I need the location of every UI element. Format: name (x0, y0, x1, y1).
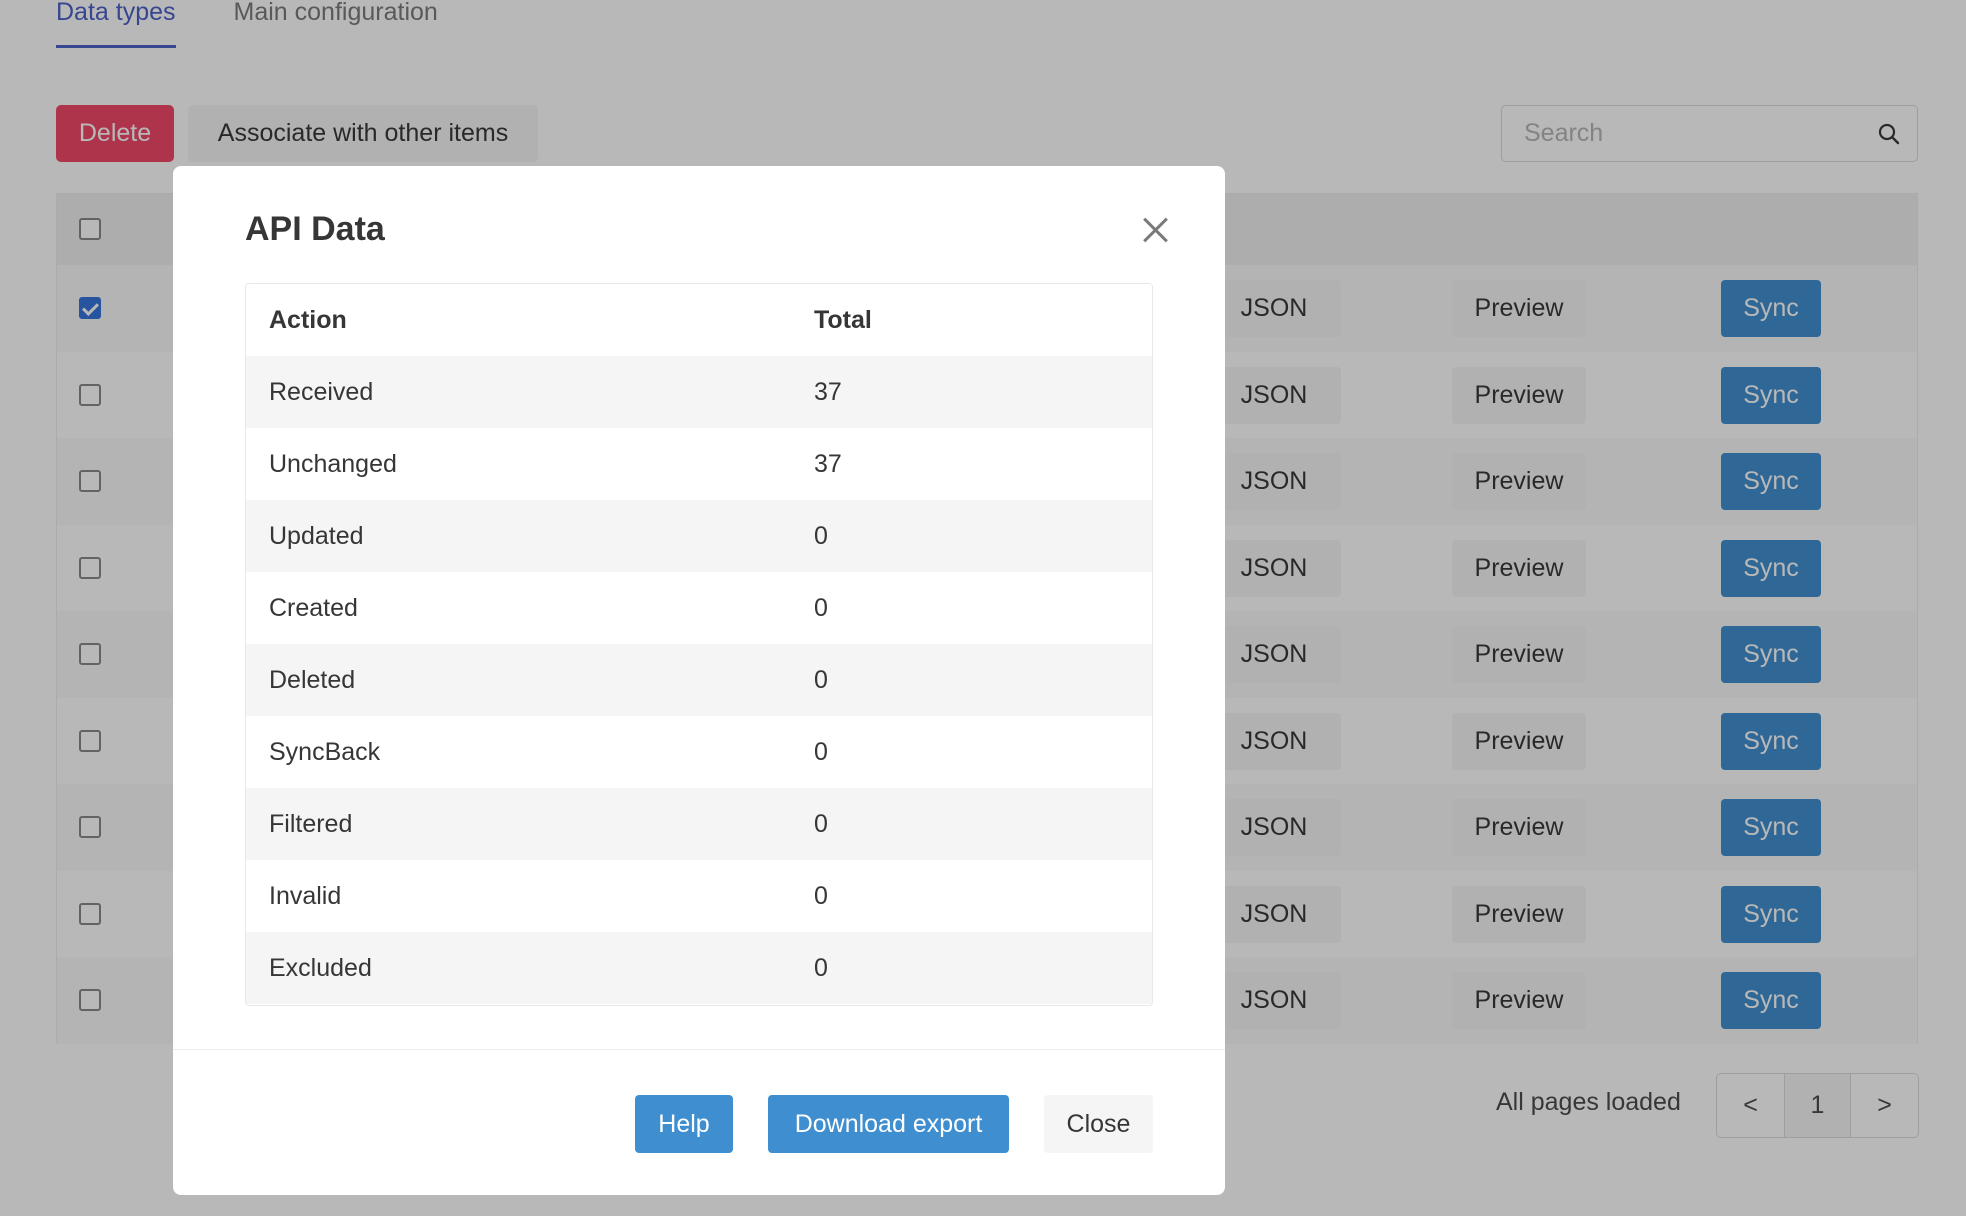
action-cell: Created (269, 593, 358, 622)
api-data-row: Excluded 0 (246, 932, 1152, 1004)
action-cell: Unchanged (269, 449, 397, 478)
api-data-row: Updated 0 (246, 500, 1152, 572)
total-cell: 0 (814, 521, 828, 550)
api-data-row: SyncBack 0 (246, 716, 1152, 788)
total-cell: 0 (814, 593, 828, 622)
api-data-row: Deleted 0 (246, 644, 1152, 716)
modal-footer: Help Download export Close (173, 1049, 1225, 1195)
action-cell: Received (269, 377, 374, 406)
total-cell: 37 (814, 449, 842, 478)
action-cell: Filtered (269, 809, 353, 838)
total-cell: 0 (814, 665, 828, 694)
api-data-modal: API Data Action Total Received 37 Unchange… (173, 166, 1225, 1195)
api-data-table: Action Total Received 37 Unchanged 37 Update… (245, 283, 1153, 1006)
download-export-button[interactable]: Download export (768, 1095, 1009, 1153)
help-button[interactable]: Help (635, 1095, 733, 1153)
api-data-row: Unchanged 37 (246, 428, 1152, 500)
column-header-action: Action (269, 305, 347, 334)
api-data-table-body: Received 37 Unchanged 37 Updated 0 Created 0 Del… (246, 356, 1152, 1004)
total-cell: 0 (814, 953, 828, 982)
action-cell: Invalid (269, 881, 342, 910)
action-cell: SyncBack (269, 737, 381, 766)
page: Data types Main configuration Delete Ass… (0, 0, 1966, 1216)
total-cell: 37 (814, 377, 842, 406)
close-icon[interactable] (1142, 216, 1170, 244)
api-data-row: Filtered 0 (246, 788, 1152, 860)
action-cell: Updated (269, 521, 364, 550)
modal-title: API Data (245, 210, 385, 248)
api-data-row: Received 37 (246, 356, 1152, 428)
close-button[interactable]: Close (1044, 1095, 1153, 1153)
action-cell: Deleted (269, 665, 356, 694)
action-cell: Excluded (269, 953, 372, 982)
total-cell: 0 (814, 881, 828, 910)
api-data-row: Invalid 0 (246, 860, 1152, 932)
total-cell: 0 (814, 809, 828, 838)
api-data-row: Created 0 (246, 572, 1152, 644)
column-header-total: Total (814, 305, 872, 334)
total-cell: 0 (814, 737, 828, 766)
api-data-table-header: Action Total (246, 284, 1152, 356)
